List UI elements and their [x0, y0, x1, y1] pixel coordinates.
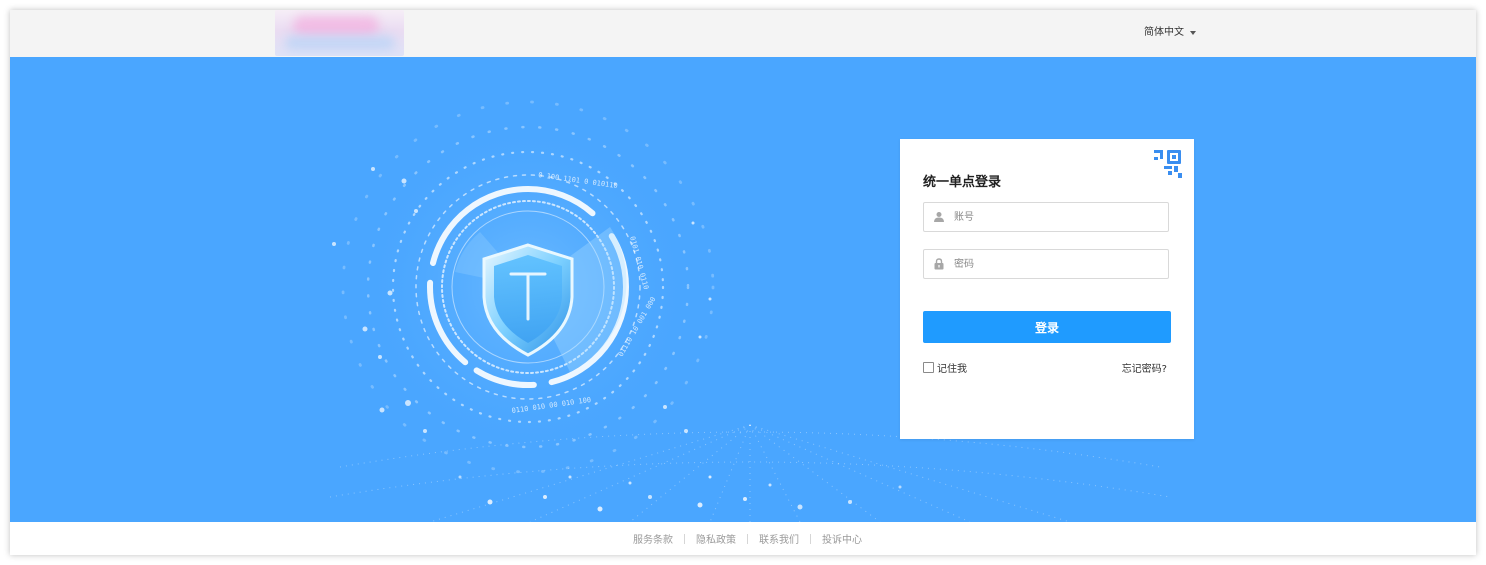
user-icon	[934, 212, 944, 222]
language-label: 简体中文	[1144, 27, 1184, 38]
language-selector[interactable]: 简体中文	[1144, 23, 1196, 43]
brand-logo[interactable]	[275, 10, 404, 56]
footer-link-privacy[interactable]: 隐私政策	[696, 531, 736, 546]
footer-link-complaints[interactable]: 投诉中心	[822, 531, 862, 546]
footer-divider	[810, 533, 811, 544]
login-title: 统一单点登录	[923, 175, 1002, 190]
forgot-password-link[interactable]: 忘记密码?	[1122, 360, 1167, 375]
remember-me-checkbox[interactable]: 记住我	[923, 360, 967, 375]
login-card: 统一单点登录 账号 登录 记住我 忘记密码?	[900, 139, 1194, 439]
account-field[interactable]	[923, 202, 1169, 232]
top-bar: 简体中文	[10, 10, 1476, 58]
login-button[interactable]: 登录	[923, 311, 1171, 343]
logo-blur-bottom	[285, 36, 395, 50]
password-input[interactable]	[954, 250, 1162, 278]
checkbox-box[interactable]	[923, 362, 934, 373]
lock-icon	[934, 258, 944, 270]
footer-link-terms[interactable]: 服务条款	[633, 531, 673, 546]
footer-divider	[747, 533, 748, 544]
hero-banner: 0 100 1101 0 010110 0101 010 0110 01110 …	[10, 57, 1476, 522]
browser-page: 简体中文 0 100 1101 0 010110 0101 010 0110 0…	[10, 10, 1476, 555]
footer: 服务条款 隐私政策 联系我们 投诉中心	[10, 522, 1476, 555]
account-input[interactable]	[954, 203, 1162, 231]
footer-divider	[684, 533, 685, 544]
footer-link-contact[interactable]: 联系我们	[759, 531, 799, 546]
qr-code-icon[interactable]	[1150, 147, 1186, 183]
footer-links: 服务条款 隐私政策 联系我们 投诉中心	[633, 531, 862, 546]
chevron-down-icon	[1190, 31, 1196, 35]
security-shield-illustration: 0 100 1101 0 010110 0101 010 0110 01110 …	[329, 100, 1171, 522]
remember-me-label: 记住我	[937, 364, 967, 375]
logo-blur-top	[293, 16, 379, 36]
password-field[interactable]	[923, 249, 1169, 279]
